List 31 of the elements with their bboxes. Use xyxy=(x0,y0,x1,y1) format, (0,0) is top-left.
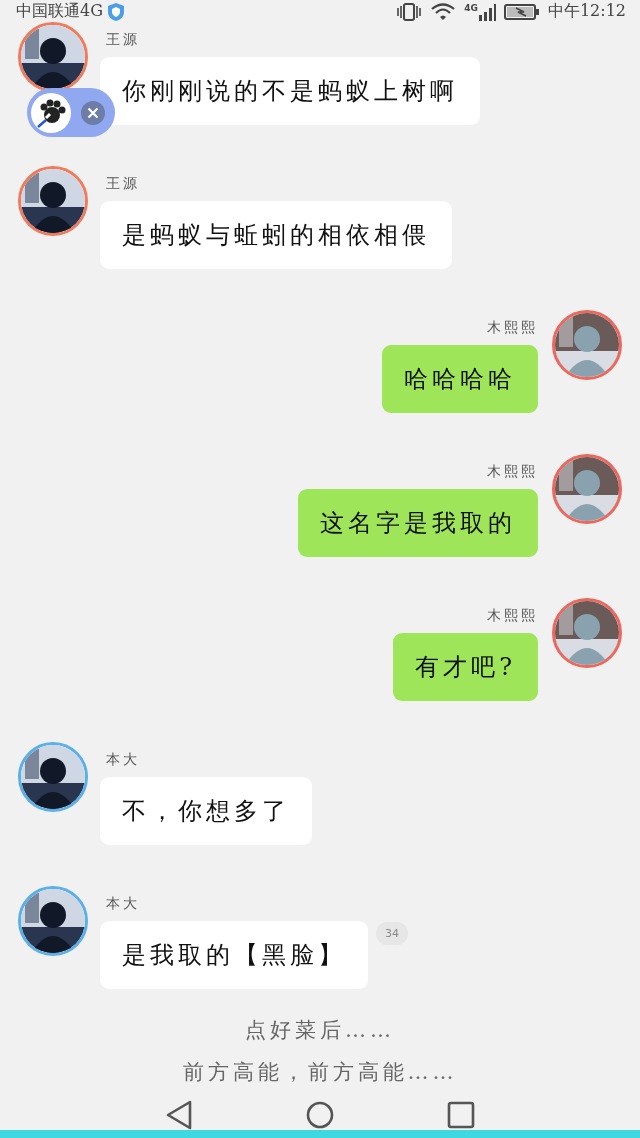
close-icon[interactable] xyxy=(81,100,105,125)
message-bubble: 不，你想多了 xyxy=(100,777,312,845)
shield-icon xyxy=(106,1,125,22)
message-bubble: 哈哈哈哈 xyxy=(382,345,538,413)
carrier-label: 中国联通4G xyxy=(16,1,103,22)
network-label: 4G xyxy=(464,2,478,13)
home-icon[interactable] xyxy=(306,1101,334,1129)
message-bubble: 是蚂蚁与蚯蚓的相依相偎 xyxy=(100,201,452,269)
paw-icon xyxy=(36,97,66,128)
vibrate-icon xyxy=(396,1,423,22)
caption-text: 前方高能，前方高能…… xyxy=(182,1059,458,1086)
sender-name: 王源 xyxy=(105,30,141,49)
message-bubble: 有才吧? xyxy=(393,633,538,701)
message-bubble: 你刚刚说的不是蚂蚁上树啊 xyxy=(100,57,480,125)
floating-widget[interactable] xyxy=(27,88,115,137)
message-bubble: 是我取的【黑脸】 xyxy=(100,921,368,989)
signal-icon xyxy=(477,2,496,21)
count-badge: 34 xyxy=(376,922,408,945)
caption-text: 点好菜后…… xyxy=(245,1017,395,1044)
sender-name: 木熙熙 xyxy=(487,462,538,481)
clock-label: 中午12:12 xyxy=(547,1,626,22)
battery-icon xyxy=(503,2,540,21)
sender-name: 本大 xyxy=(105,894,141,913)
message-bubble: 这名字是我取的 xyxy=(298,489,538,557)
sender-name: 木熙熙 xyxy=(487,606,538,625)
sender-name: 木熙熙 xyxy=(487,318,538,337)
sender-name: 王源 xyxy=(105,174,141,193)
sender-name: 本大 xyxy=(105,750,141,769)
recents-icon[interactable] xyxy=(447,1101,475,1129)
wifi-icon xyxy=(430,1,457,22)
back-icon[interactable] xyxy=(165,1100,193,1130)
